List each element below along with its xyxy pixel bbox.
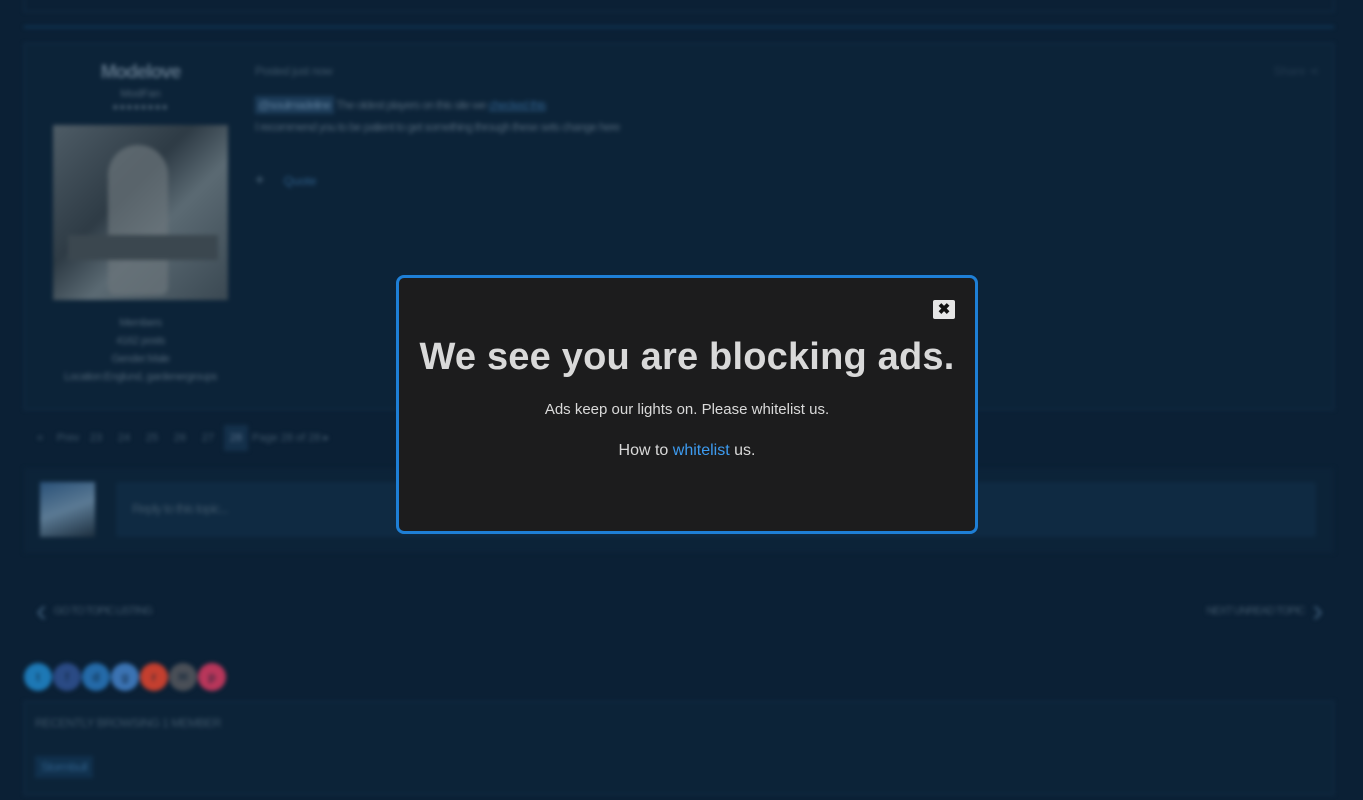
share-icon: ⋖ [1308, 64, 1319, 78]
modal-subtext: Ads keep our lights on. Please whitelist… [544, 401, 830, 418]
delicious-icon[interactable]: d [82, 663, 110, 691]
topic-navigation: ‹ GO TO TOPIC LISTING NEXT UNREAD TOPIC … [24, 580, 1334, 640]
email-icon[interactable]: ✉ [169, 663, 197, 691]
multiquote-button[interactable]: + [255, 172, 264, 189]
facebook-icon[interactable]: f [53, 663, 81, 691]
whitelist-instructions: How to whitelist us. [399, 442, 975, 460]
previous-topic-label: GO TO TOPIC LISTING [53, 604, 153, 617]
first-page-button[interactable]: « [28, 425, 52, 451]
recently-browsing-title: RECENTLY BROWSING 1 MEMBER [35, 716, 221, 730]
browsing-member-link[interactable]: Stormbull [35, 756, 94, 778]
author-meta: Members 4162 posts Gender:Male Location:… [53, 314, 228, 386]
user-mention[interactable]: @soulmadeline [255, 96, 334, 114]
chevron-right-icon: › [1312, 592, 1323, 628]
post-body: Posted just now Share ⋖ @soulmadeline Th… [255, 64, 1319, 190]
pinterest-icon[interactable]: p [198, 663, 226, 691]
page-27[interactable]: 27 [196, 425, 220, 451]
post-link[interactable]: checked this [489, 98, 547, 112]
page-25[interactable]: 25 [140, 425, 164, 451]
post-text-line-2: I recommend you to be patient to get som… [255, 120, 620, 134]
whitelist-link[interactable]: whitelist [673, 442, 730, 459]
post-author: Modelove ModFan ●●●●●●●● Members 4162 po… [53, 62, 228, 386]
share-button[interactable]: Share ⋖ [1274, 64, 1319, 78]
share-label: Share [1273, 64, 1306, 78]
separator [24, 26, 1334, 28]
chevron-left-icon: ‹ [36, 592, 47, 628]
author-name[interactable]: Modelove [53, 62, 228, 84]
page-jump[interactable]: Page 28 of 28 ▸ [252, 425, 329, 451]
twitter-icon[interactable]: t [24, 663, 52, 691]
post-text: The oldest players on this site we [333, 98, 489, 112]
modal-heading: We see you are blocking ads. [419, 336, 955, 378]
author-gender: Gender:Male [111, 353, 170, 365]
page-current[interactable]: 28 [224, 425, 248, 451]
author-avatar[interactable] [53, 125, 228, 300]
previous-post-box [24, 0, 1334, 12]
reply-placeholder: Reply to this topic... [132, 501, 229, 516]
quote-button[interactable]: Quote [284, 174, 317, 188]
how-prefix: How to [618, 442, 673, 459]
author-group: Members [119, 317, 162, 329]
author-post-count: 4162 posts [116, 335, 165, 347]
social-share-bar: t f d g r ✉ p [24, 663, 226, 691]
page-23[interactable]: 23 [84, 425, 108, 451]
close-icon[interactable]: ✖ [933, 300, 955, 319]
reply-avatar [40, 482, 95, 537]
post-date: Posted just now [255, 64, 333, 78]
how-suffix: us. [729, 442, 756, 459]
author-rank-stars: ●●●●●●●● [112, 102, 169, 113]
adblock-modal: ✖ We see you are blocking ads. Ads keep … [396, 275, 978, 534]
next-topic-label: NEXT UNREAD TOPIC [1206, 604, 1305, 617]
next-topic-link[interactable]: NEXT UNREAD TOPIC › [1206, 592, 1323, 629]
prev-page-button[interactable]: Prev [56, 425, 80, 451]
post-text-line-1: @soulmadeline The oldest players on this… [255, 96, 1295, 114]
post-actions: + Quote [255, 172, 1295, 190]
previous-topic-link[interactable]: ‹ GO TO TOPIC LISTING [36, 592, 153, 629]
recently-browsing-box: RECENTLY BROWSING 1 MEMBER Stormbull [24, 701, 1334, 795]
reddit-icon[interactable]: r [140, 663, 168, 691]
pagination: « Prev 23 24 25 26 27 28 Page 28 of 28 ▸ [28, 425, 329, 451]
page-26[interactable]: 26 [168, 425, 192, 451]
digg-icon[interactable]: g [111, 663, 139, 691]
author-location: Location:Englund, gardenergroups [64, 371, 217, 383]
author-title: ModFan [120, 88, 161, 100]
page-24[interactable]: 24 [112, 425, 136, 451]
